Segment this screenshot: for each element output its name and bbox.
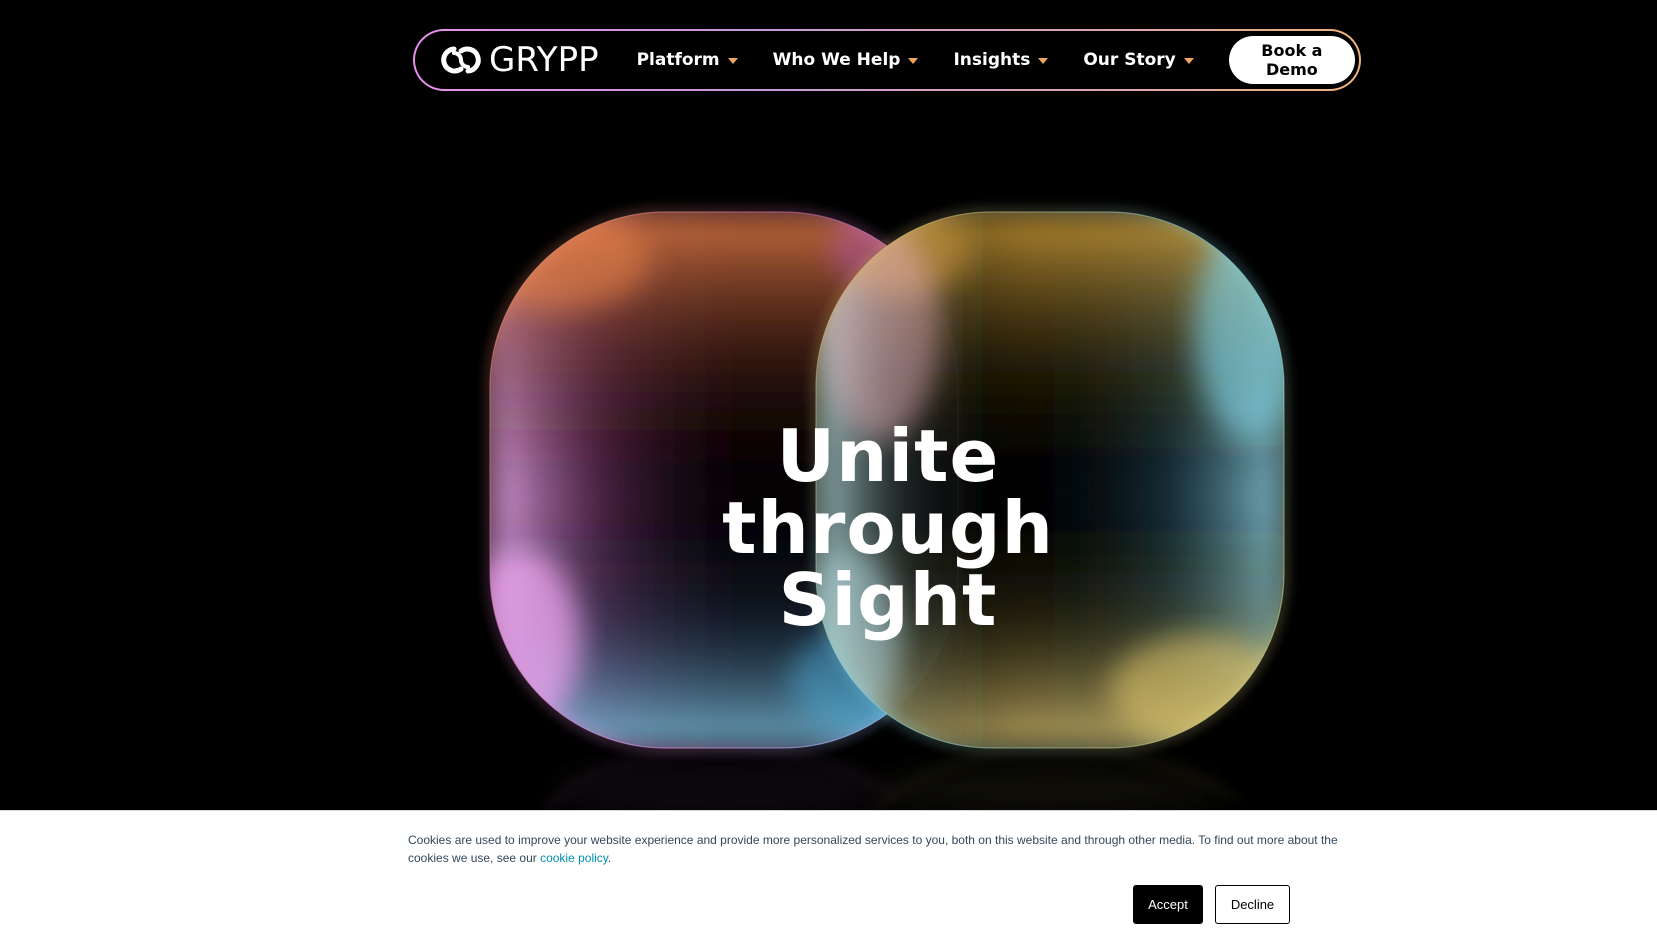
cookie-banner: Cookies are used to improve your website…	[0, 810, 1657, 945]
nav-item-platform[interactable]: Platform	[637, 50, 738, 70]
cookie-message: Cookies are used to improve your website…	[408, 831, 1348, 867]
nav-item-label: Insights	[953, 50, 1031, 70]
decline-cookies-button[interactable]: Decline	[1215, 885, 1290, 924]
logo-wordmark: GRYPP	[489, 40, 599, 80]
hero-section: Unite through Sight	[0, 0, 1657, 945]
nav-item-our-story[interactable]: Our Story	[1083, 50, 1194, 70]
nav-item-who-we-help[interactable]: Who We Help	[773, 50, 919, 70]
headline-line-2: through	[722, 486, 1054, 571]
headline-line-1: Unite	[776, 414, 1000, 499]
page: Unite through Sight GRYPP Platform Who W…	[0, 0, 1657, 945]
headline-line-3: Sight	[778, 558, 998, 643]
logo-link[interactable]: GRYPP	[439, 43, 599, 77]
book-demo-button[interactable]: Book a Demo	[1228, 36, 1355, 84]
nav-item-insights[interactable]: Insights	[953, 50, 1049, 70]
interlocking-rings-icon	[441, 46, 481, 74]
nav-item-label: Who We Help	[772, 50, 901, 70]
accept-cookies-button[interactable]: Accept	[1133, 885, 1203, 924]
chevron-down-icon	[727, 58, 738, 64]
cookie-policy-link[interactable]: cookie policy	[540, 851, 608, 865]
nav-inner: GRYPP Platform Who We Help Insights Our …	[415, 31, 1359, 89]
main-menu: Platform Who We Help Insights Our Story	[637, 50, 1229, 70]
hero-headline: Unite through Sight	[0, 420, 1657, 636]
nav-item-label: Platform	[636, 50, 720, 70]
cookie-text-end: .	[607, 851, 612, 865]
chevron-down-icon	[1038, 58, 1049, 64]
chevron-down-icon	[908, 58, 919, 64]
navbar: GRYPP Platform Who We Help Insights Our …	[413, 29, 1361, 91]
nav-item-label: Our Story	[1083, 50, 1176, 70]
chevron-down-icon	[1183, 58, 1194, 64]
